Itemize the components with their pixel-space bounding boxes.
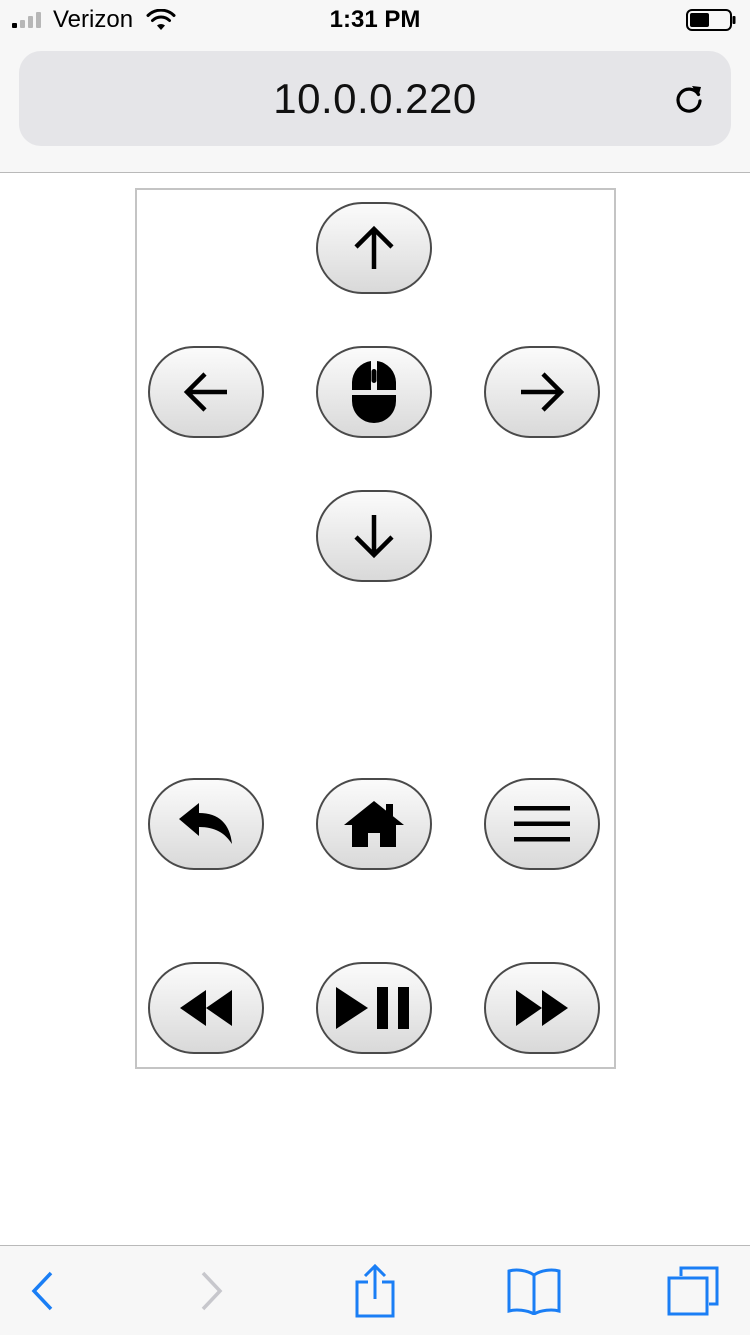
reply-arrow-icon bbox=[179, 803, 232, 844]
home-icon bbox=[344, 801, 404, 847]
tabs-icon bbox=[667, 1266, 719, 1315]
back-nav-button[interactable] bbox=[13, 1246, 73, 1335]
arrow-left-icon bbox=[183, 372, 227, 412]
left-button[interactable] bbox=[148, 346, 264, 438]
book-icon bbox=[507, 1268, 561, 1315]
arrow-down-icon bbox=[354, 515, 394, 559]
forward-nav-button[interactable] bbox=[181, 1246, 241, 1335]
chevron-right-icon bbox=[201, 1271, 223, 1310]
clock: 1:31 PM bbox=[329, 6, 421, 33]
down-button[interactable] bbox=[316, 490, 432, 582]
browser-toolbar bbox=[0, 1245, 750, 1335]
right-button[interactable] bbox=[484, 346, 600, 438]
reload-icon[interactable] bbox=[671, 82, 707, 118]
home-button[interactable] bbox=[316, 778, 432, 870]
bookmarks-button[interactable] bbox=[504, 1246, 564, 1335]
chevron-left-icon bbox=[31, 1271, 53, 1310]
remote-panel bbox=[135, 188, 616, 1069]
play-pause-icon bbox=[336, 987, 409, 1029]
mouse-button[interactable] bbox=[316, 346, 432, 438]
rewind-icon bbox=[180, 990, 232, 1026]
url-text[interactable]: 10.0.0.220 bbox=[19, 51, 731, 146]
hamburger-menu-icon bbox=[514, 806, 570, 842]
battery-icon bbox=[686, 9, 736, 31]
arrow-right-icon bbox=[521, 372, 565, 412]
mouse-icon bbox=[351, 361, 397, 423]
address-bar[interactable]: 10.0.0.220 bbox=[19, 51, 731, 146]
back-button[interactable] bbox=[148, 778, 264, 870]
arrow-up-icon bbox=[354, 225, 394, 269]
rewind-button[interactable] bbox=[148, 962, 264, 1054]
fast-forward-icon bbox=[516, 990, 568, 1026]
browser-top-bar: Verizon 1:31 PM 10.0.0.220 bbox=[0, 0, 750, 173]
fast-forward-button[interactable] bbox=[484, 962, 600, 1054]
up-button[interactable] bbox=[316, 202, 432, 294]
play-pause-button[interactable] bbox=[316, 962, 432, 1054]
share-button[interactable] bbox=[345, 1246, 405, 1335]
tabs-button[interactable] bbox=[663, 1246, 723, 1335]
status-bar: Verizon 1:31 PM bbox=[0, 0, 750, 40]
menu-button[interactable] bbox=[484, 778, 600, 870]
share-icon bbox=[355, 1263, 395, 1317]
